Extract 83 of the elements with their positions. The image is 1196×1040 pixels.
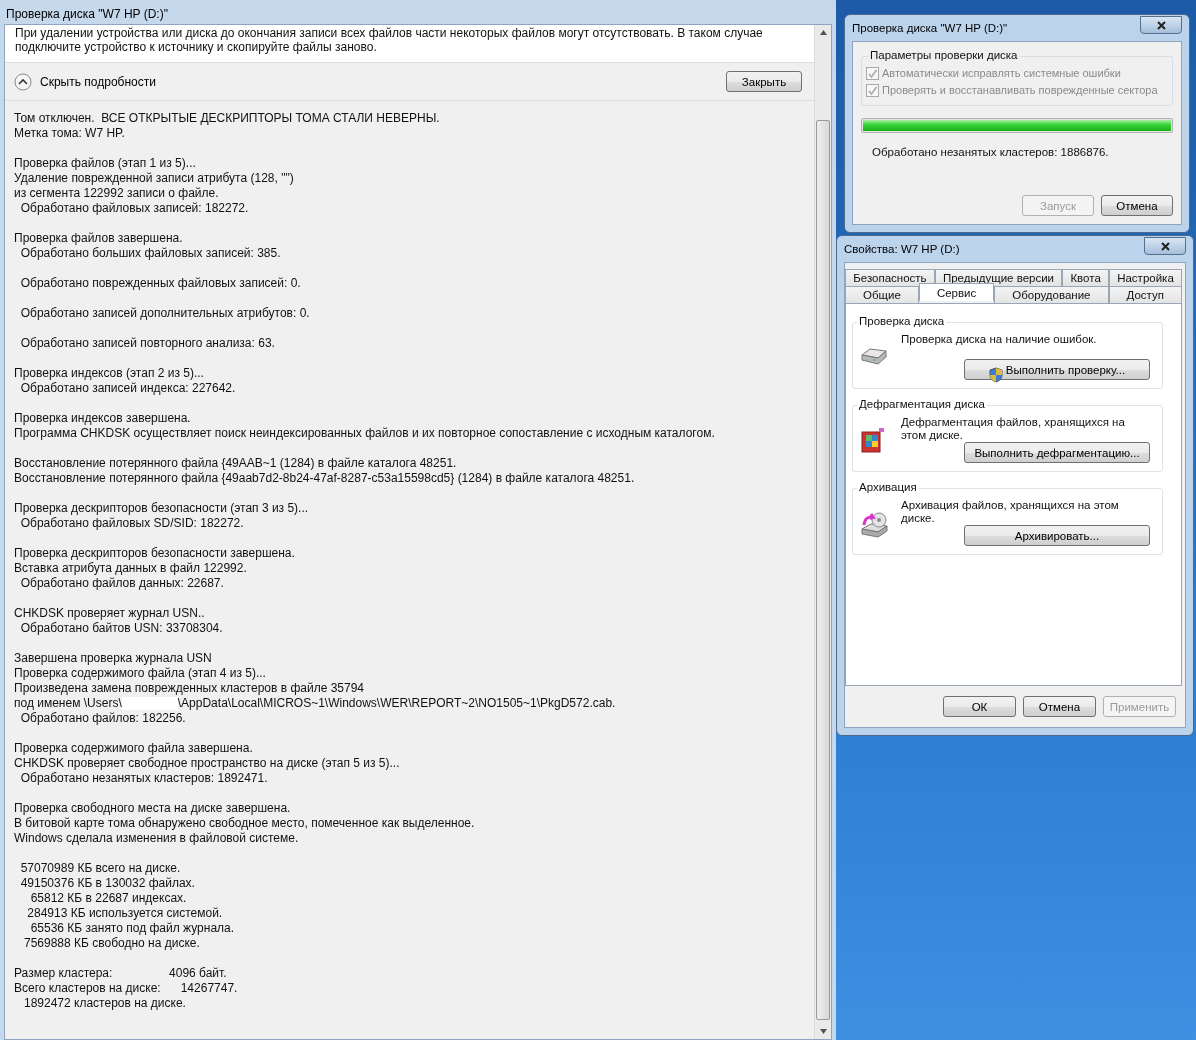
tab[interactable]: Сервис (918, 283, 995, 301)
log-line: 1892472 кластеров на диске. (23, 996, 187, 1011)
close-button[interactable] (1140, 16, 1182, 34)
log-line: 65536 КБ занято под файл журнала. (29, 921, 236, 936)
log-line: Windows сделала изменения в файловой системе. (14, 831, 300, 846)
log-text: под именем \Users\ (14, 696, 122, 711)
tab[interactable]: Оборудование (994, 286, 1109, 304)
log-line: Проверка дескрипторов безопасности (этап 3 из 5)... (14, 501, 310, 516)
log-line: Произведена замена поврежденных кластеров в файле 35794 (14, 681, 366, 696)
status-text: Обработано незанятых кластеров: 1886876. (872, 146, 1110, 158)
log-text: \AppData\Local\MICROS~1\Windows\WER\REPORT~2\NO1505~1\PkgD572.cab. (177, 696, 616, 711)
checkmark-icon (867, 85, 878, 96)
dialog-title: Проверка диска "W7 HP (D:)" (852, 22, 1008, 34)
log-line: CHKDSK проверяет свободное пространство на диске (этап 5 из 5)... (14, 756, 401, 771)
log-line: Обработано файловых записей: 182272. (19, 201, 250, 216)
log-line: Всего кластеров на диске: 14267747. (14, 981, 239, 996)
log-line: 57070989 КБ всего на диске. (19, 861, 182, 876)
log-line: Проверка файлов (этап 1 из 5)... (14, 156, 197, 171)
tab[interactable]: Общие (845, 286, 919, 304)
log-line: Обработано байтов USN: 33708304. (19, 621, 224, 636)
log-line: CHKDSK проверяет журнал USN.. (14, 606, 206, 621)
log-line: Проверка дескрипторов безопасности завершена. (14, 546, 296, 561)
log-line: Проверка содержимого файла (этап 4 из 5)... (14, 666, 267, 681)
tab[interactable]: Квота (1062, 269, 1109, 286)
log-line: Том отключен. ВСЕ ОТКРЫТЫЕ ДЕСКРИПТОРЫ ТОМА СТАЛИ НЕВЕРНЫ. (14, 111, 441, 126)
scroll-thumb[interactable] (816, 120, 830, 1020)
log-line: Размер кластера: 4096 байт. (14, 966, 228, 981)
close-icon (1156, 20, 1166, 30)
log-line: Вставка атрибута данных в файл 122992. (14, 561, 248, 576)
log-line: 65812 КБ в 22687 индексах. (29, 891, 188, 906)
section-description: Проверка диска на наличие ошибок. (901, 333, 1098, 347)
dialog-button[interactable]: Отмена (1023, 696, 1096, 717)
dialog-title: Свойства: W7 HP (D:) (844, 243, 960, 255)
section-description: Архивация файлов, хранящихся на этом диске. (901, 499, 1120, 525)
scrollbar[interactable] (814, 25, 831, 1039)
log-line: Обработано незанятых кластеров: 1892471. (19, 771, 269, 786)
log-line: В битовой карте тома обнаружено свободное место, помеченное как выделенное. (14, 816, 476, 831)
close-button[interactable] (1144, 237, 1186, 255)
action-button[interactable]: Выполнить проверку... (964, 359, 1150, 380)
log-line: Обработано записей дополнительных атрибутов: 0. (19, 306, 311, 321)
section-title: Проверка диска (857, 315, 947, 327)
message-text: При удалении устройства или диска до окончания записи всех файлов части некоторых файлов могут отсутствовать. В таком случае (15, 26, 764, 40)
dialog-button[interactable]: Отмена (1101, 195, 1173, 216)
log-line: 284913 КБ используется системой. (26, 906, 224, 921)
section-description: Дефрагментация файлов, хранящихся на этом диске. (901, 416, 1126, 442)
log-line: Восстановление потерянного файла {49AAB~1 (1284) в файле каталога 48251. (14, 456, 458, 471)
log-line: Обработано больших файловых записей: 385. (19, 246, 282, 261)
log-line: 49150376 КБ в 130032 файлах. (19, 876, 196, 891)
log-line: Проверка индексов завершена. (14, 411, 192, 426)
shield-icon (988, 366, 1003, 383)
log-line: Обработано файлов данных: 22687. (19, 576, 225, 591)
checkmark-icon (867, 68, 878, 79)
log-line: из сегмента 122992 записи о файле. (14, 186, 220, 201)
log-line: Проверка содержимого файла завершена. (14, 741, 254, 756)
log-line: Обработано поврежденных файловых записей: 0. (19, 276, 302, 291)
log-line: Восстановление потерянного файла {49aab7d2-8b24-47af-8287-c53a15598cd5} (1284) в файле каталога 48251. (14, 471, 636, 486)
log-line: Обработано файлов: 182256. (19, 711, 187, 726)
tab[interactable]: Безопасность (845, 269, 935, 286)
section-title: Дефрагментация диска (857, 398, 987, 410)
tab[interactable]: Настройка (1109, 269, 1182, 286)
tab[interactable]: Доступ (1108, 286, 1182, 304)
log-line: 7569888 КБ свободно на диске. (23, 936, 201, 951)
close-button[interactable]: Закрыть (726, 71, 802, 92)
action-button[interactable]: Архивировать... (964, 525, 1150, 546)
log-line: Программа CHKDSK осуществляет поиск неиндексированных файлов и их повторное сопоставление с исходным каталогом. (14, 426, 716, 441)
close-icon (1160, 241, 1170, 251)
details-toggle[interactable]: Скрыть подробности (14, 72, 156, 91)
message-text: подключите устройство к источнику и скопируйте файлы заново. (15, 40, 378, 54)
log-line: Обработано файловых SD/SID: 182272. (19, 516, 245, 531)
log-line: Метка тома: W7 HP. (14, 126, 126, 141)
group-title: Параметры проверки диска (868, 49, 1020, 61)
dialog-button[interactable]: ОК (943, 696, 1016, 717)
log-line: Проверка файлов завершена. (14, 231, 184, 246)
log-line: Проверка индексов (этап 2 из 5)... (14, 366, 205, 381)
window-title: Проверка диска "W7 HP (D:)" (5, 6, 169, 23)
backup-drive-icon (859, 509, 889, 539)
log-line: Обработано записей повторного анализа: 63. (19, 336, 276, 351)
action-button[interactable]: Выполнить дефрагментацию... (964, 442, 1150, 463)
log-line: Завершена проверка журнала USN (14, 651, 213, 666)
log-line: Проверка свободного места на диске завершена. (14, 801, 292, 816)
log-line: Обработано записей индекса: 227642. (19, 381, 237, 396)
log-line: Удаление поврежденной записи атрибута (128, "") (14, 171, 295, 186)
section-title: Архивация (857, 481, 919, 493)
